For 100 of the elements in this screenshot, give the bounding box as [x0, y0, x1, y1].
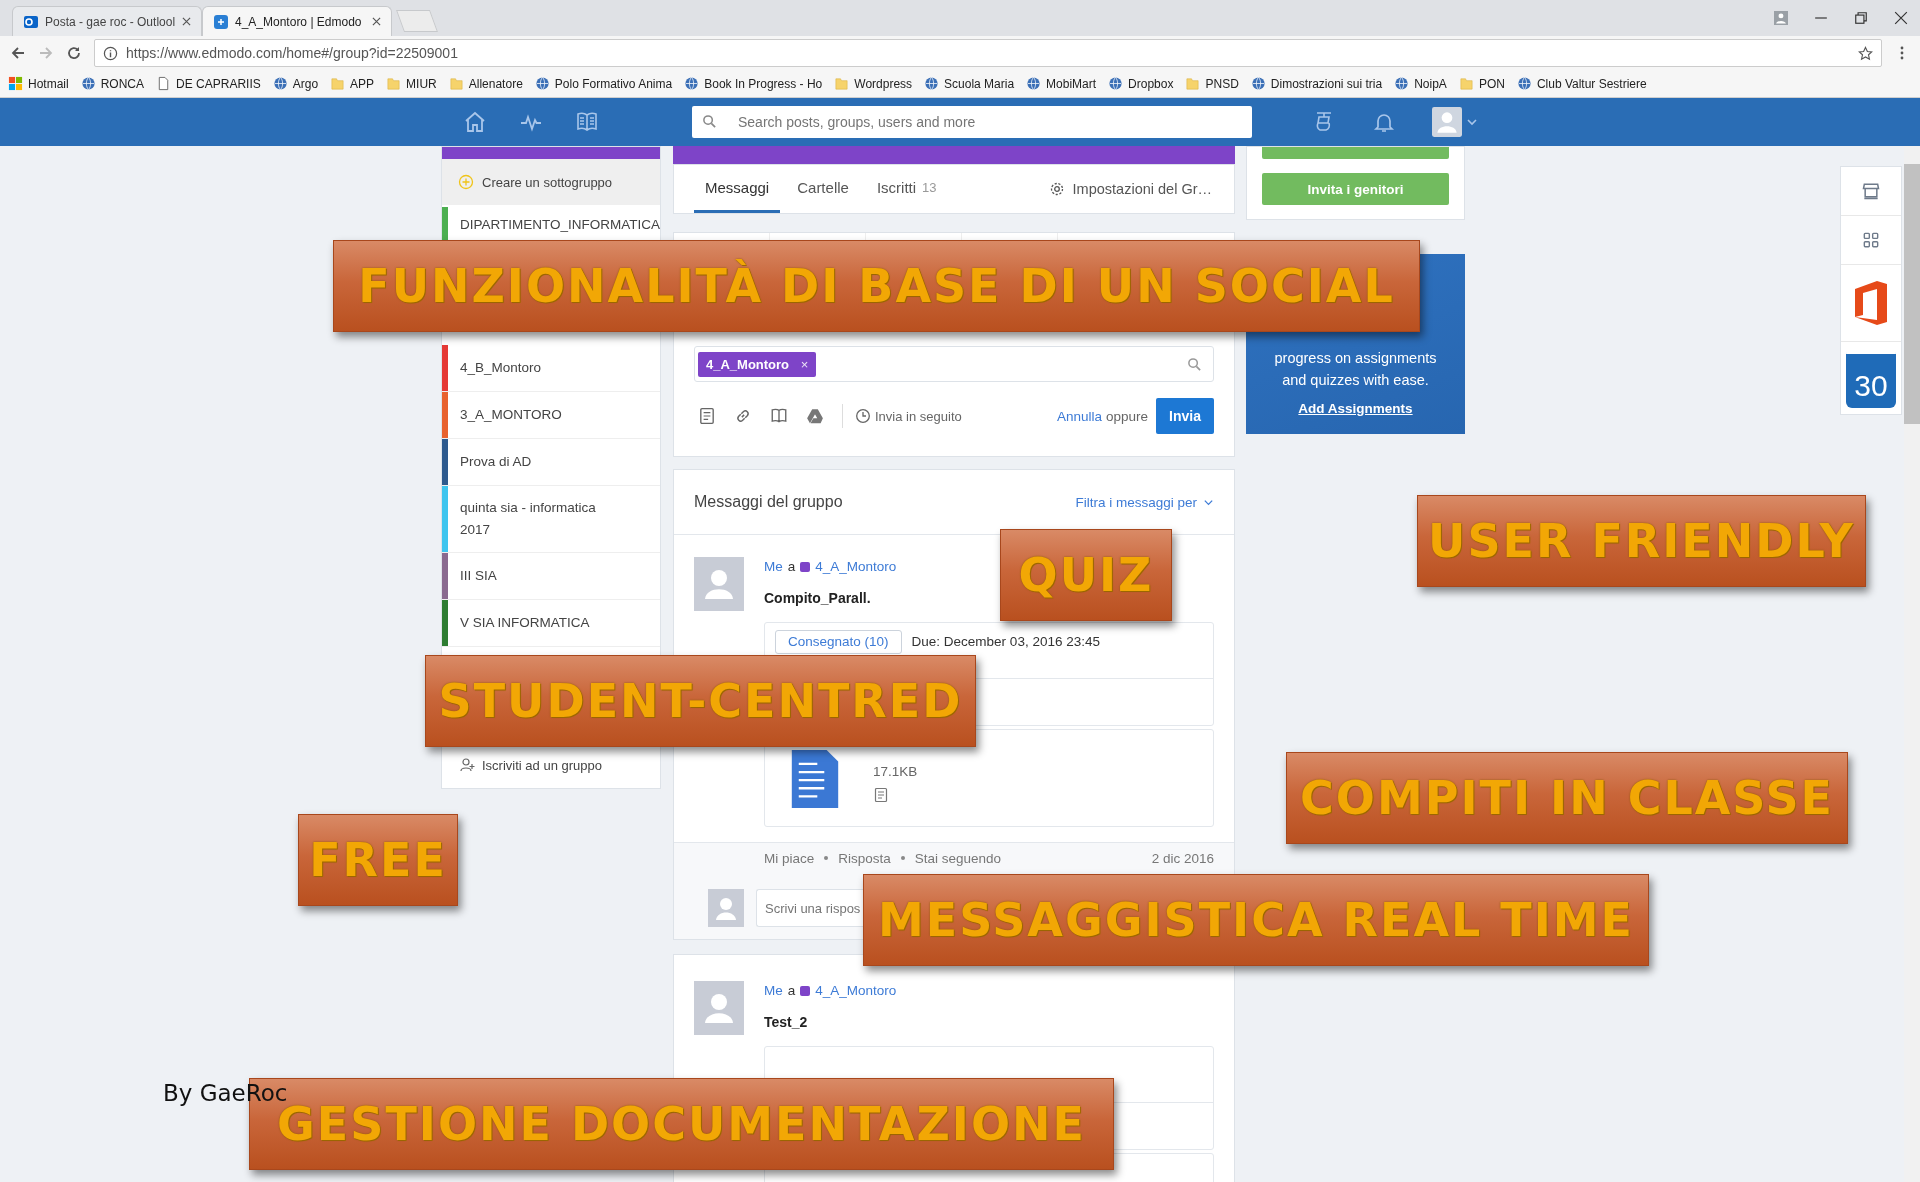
- bookmark[interactable]: RONCA: [80, 76, 145, 91]
- restore-icon[interactable]: [1854, 11, 1868, 25]
- title-banner: FREE: [298, 814, 458, 906]
- group-item[interactable]: Prova di AD: [442, 439, 660, 486]
- windows-logo-icon: [8, 76, 23, 91]
- star-icon[interactable]: [1858, 45, 1873, 61]
- note-icon[interactable]: [698, 407, 716, 425]
- due-date: Due: December 03, 2016 23:45: [911, 634, 1100, 650]
- browser-tab[interactable]: 4_A_Montoro | Edmodo: [202, 6, 392, 36]
- group-settings-link[interactable]: Impostazioni del Gr…: [1048, 165, 1234, 213]
- scrollbar-thumb[interactable]: [1904, 164, 1920, 424]
- feed-title: Messaggi del gruppo: [694, 493, 843, 511]
- bookmark[interactable]: PNSD: [1185, 76, 1239, 91]
- recipient-chip: 4_A_Montoro ×: [698, 351, 817, 377]
- document-icon: [791, 750, 839, 808]
- preview-icon[interactable]: [873, 787, 889, 803]
- info-icon: [103, 45, 118, 61]
- separator-dot: [900, 856, 905, 860]
- clock-icon: [855, 408, 871, 424]
- group-item[interactable]: quinta sia - informatica 2017: [442, 486, 660, 553]
- close-icon[interactable]: [1894, 11, 1908, 25]
- reply-field[interactable]: Scrivi una rispos: [756, 889, 866, 927]
- recipient-label: a: [787, 559, 796, 574]
- recipient-field[interactable]: 4_A_Montoro ×: [694, 346, 1214, 382]
- bookmark[interactable]: Scuola Maria: [924, 76, 1015, 91]
- folder-icon: [448, 76, 464, 91]
- link-icon[interactable]: [734, 407, 752, 425]
- group-item[interactable]: 4_B_Montoro: [442, 345, 660, 392]
- bookmark[interactable]: Dimostrazioni sui tria: [1250, 76, 1383, 91]
- drive-icon[interactable]: [806, 407, 824, 425]
- sender-link[interactable]: Me: [764, 983, 783, 998]
- bookmark[interactable]: NoipA: [1394, 76, 1447, 91]
- bookmark[interactable]: Hotmail: [8, 76, 69, 91]
- globe-icon: [1026, 76, 1042, 91]
- post-title: Compito_Parall.: [764, 590, 872, 606]
- post-action-link[interactable]: Risposta: [838, 850, 891, 866]
- bookmark[interactable]: APP: [330, 76, 375, 91]
- title-banner: FUNZIONALITÀ DI BASE DI UN SOCIAL: [333, 240, 1420, 332]
- turned-in-button[interactable]: Consegnato (10): [775, 630, 902, 654]
- globe-icon: [924, 76, 940, 91]
- search-icon: [702, 114, 717, 129]
- search-field[interactable]: Search posts, groups, users and more: [692, 106, 1252, 138]
- group-tab[interactable]: Iscritti 13: [865, 165, 948, 213]
- bookmark[interactable]: Allenatore: [448, 76, 523, 91]
- caret-icon[interactable]: [1466, 116, 1478, 128]
- title-banner: COMPITI IN CLASSE: [1286, 752, 1848, 844]
- cancel-link[interactable]: Annulla: [1057, 408, 1103, 424]
- bookmark[interactable]: Book In Progress - Ho: [684, 76, 823, 91]
- bookmark[interactable]: MobiMart: [1026, 76, 1097, 91]
- bookmark[interactable]: Club Valtur Sestriere: [1516, 76, 1647, 91]
- bookmark[interactable]: Argo: [272, 76, 319, 91]
- group-square-icon: [800, 985, 811, 996]
- bookmark[interactable]: Dropbox: [1108, 76, 1174, 91]
- book-icon[interactable]: [770, 407, 788, 425]
- join-group-link[interactable]: Iscriviti ad un gruppo: [442, 750, 660, 780]
- post-action-link[interactable]: Stai seguendo: [914, 850, 1002, 866]
- add-assignments-link[interactable]: Add Assignments: [1298, 401, 1413, 416]
- address-bar[interactable]: https://www.edmodo.com/home#/group?id=22509001: [94, 39, 1882, 67]
- create-subgroup-link[interactable]: Creare un sottogruppo: [442, 159, 660, 205]
- title-banner: STUDENT-CENTRED: [425, 655, 976, 747]
- bookmark[interactable]: DE CAPRARIIS: [156, 76, 261, 91]
- globe-icon: [1394, 76, 1410, 91]
- close-icon[interactable]: [372, 17, 381, 26]
- title-banner: MESSAGGISTICA REAL TIME: [863, 874, 1649, 966]
- group-item[interactable]: III SIA: [442, 553, 660, 600]
- group-item[interactable]: V SIA INFORMATICA: [442, 600, 660, 647]
- bookmark[interactable]: Wordpress: [834, 76, 913, 91]
- title-banner: USER FRIENDLY: [1417, 495, 1866, 587]
- schedule-button[interactable]: Invia in seguito: [855, 408, 962, 424]
- close-icon[interactable]: [182, 17, 191, 26]
- bookmark[interactable]: PON: [1458, 76, 1505, 91]
- back-icon[interactable]: [10, 45, 26, 61]
- globe-icon: [534, 76, 550, 91]
- reload-icon[interactable]: [66, 45, 82, 61]
- post-title: Test_2: [764, 1014, 809, 1030]
- group-tab[interactable]: Cartelle: [786, 165, 860, 213]
- group-item[interactable]: DIPARTIMENTO_INFORMATICA: [442, 207, 660, 243]
- avatar-icon: [708, 889, 744, 927]
- globe-icon: [272, 76, 288, 91]
- group-link[interactable]: 4_A_Montoro: [815, 559, 897, 574]
- folder-icon: [1185, 76, 1201, 91]
- group-link[interactable]: 4_A_Montoro: [815, 983, 897, 998]
- avatar-icon: [694, 557, 744, 611]
- filter-dropdown[interactable]: Filtra i messaggi per: [1075, 494, 1214, 510]
- post-action-link[interactable]: Mi piace: [764, 850, 815, 866]
- home-icon[interactable]: [463, 110, 487, 134]
- send-button[interactable]: Invia: [1156, 398, 1214, 434]
- group-item[interactable]: 3_A_MONTORO: [442, 392, 660, 439]
- book-icon[interactable]: [575, 110, 599, 134]
- group-square-icon: [800, 561, 811, 572]
- plus-icon: [458, 174, 474, 190]
- browser-tab[interactable]: Posta - gae roc - Outlool: [12, 6, 202, 36]
- post-date: 2 dic 2016: [1151, 850, 1214, 866]
- bookmark[interactable]: MIUR: [386, 76, 437, 91]
- sender-link[interactable]: Me: [764, 559, 783, 574]
- title-banner: QUIZ: [1000, 529, 1172, 621]
- globe-icon: [684, 76, 700, 91]
- bookmark[interactable]: Polo Formativo Anima: [534, 76, 673, 91]
- user-icon[interactable]: [1774, 11, 1788, 25]
- group-tab[interactable]: Messaggi: [694, 165, 781, 213]
